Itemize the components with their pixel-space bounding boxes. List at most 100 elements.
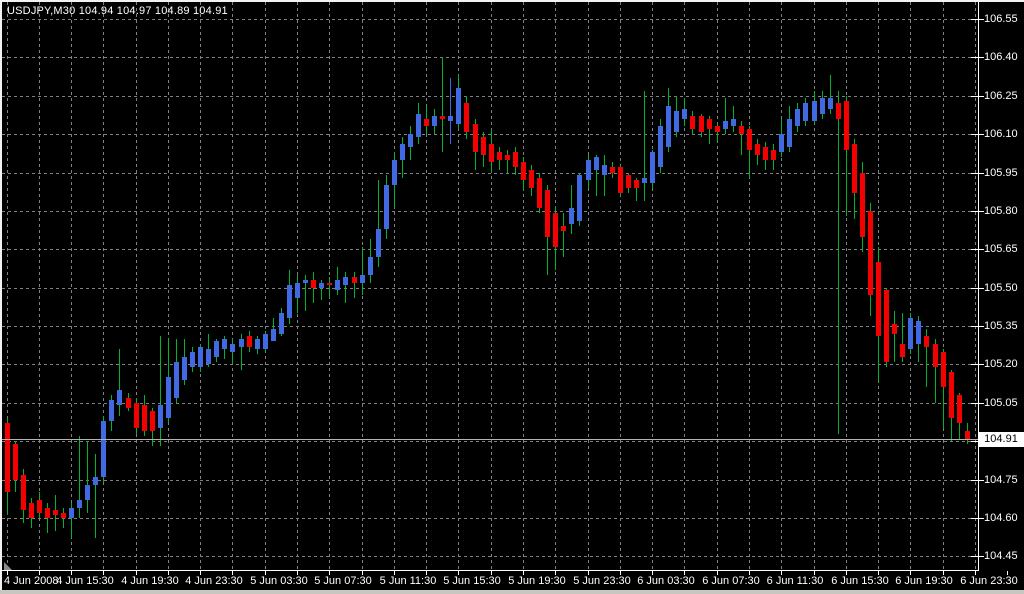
candle-wick xyxy=(563,213,564,257)
price-tick-label: 106.40 xyxy=(984,51,1018,63)
candle-down xyxy=(497,152,502,160)
h-gridline xyxy=(2,403,978,404)
time-tick-label: 4 Jun 2008 xyxy=(4,575,59,587)
candle-down xyxy=(29,503,34,518)
candle-down xyxy=(884,290,889,362)
candle-down xyxy=(440,116,445,119)
price-tick xyxy=(971,211,984,212)
v-gridline xyxy=(910,2,911,570)
window-frame-bottom xyxy=(0,590,1024,594)
candle-down xyxy=(876,262,881,336)
v-gridline xyxy=(975,2,976,570)
v-gridline xyxy=(652,2,653,570)
time-tick-label: 5 Jun 19:30 xyxy=(508,575,566,587)
candle-up xyxy=(182,357,187,380)
v-gridline xyxy=(588,2,589,570)
candle-down xyxy=(844,101,849,150)
candle-down xyxy=(561,226,566,231)
candle-down xyxy=(892,324,897,334)
candle-down xyxy=(134,403,139,428)
v-gridline xyxy=(749,2,750,570)
candle-up xyxy=(109,400,114,421)
candle-up xyxy=(239,339,244,347)
candle-up xyxy=(206,349,211,364)
price-tick-label: 105.65 xyxy=(984,243,1018,255)
candle-up xyxy=(586,160,591,180)
candle-down xyxy=(247,336,252,347)
v-gridline xyxy=(426,2,427,570)
candle-down xyxy=(634,180,639,188)
price-tick xyxy=(971,556,984,557)
v-gridline xyxy=(943,2,944,570)
h-gridline xyxy=(2,441,978,442)
v-gridline xyxy=(846,2,847,570)
time-tick-label: 6 Jun 19:30 xyxy=(895,575,953,587)
candle-wick xyxy=(354,272,355,298)
candle-down xyxy=(424,119,429,126)
candle-down xyxy=(537,178,542,208)
time-scale-axis[interactable]: 4 Jun 2008 4 Jun 15:30 4 Jun 19:30 4 Jun 23… xyxy=(2,571,1024,590)
candle-up xyxy=(658,126,663,167)
price-tick-label: 104.45 xyxy=(984,550,1018,562)
candle-up xyxy=(271,329,276,341)
time-tick-label: 5 Jun 11:30 xyxy=(379,575,437,587)
time-tick-label: 6 Jun 07:30 xyxy=(702,575,760,587)
candle-up xyxy=(448,116,453,121)
candle-down xyxy=(126,398,131,408)
candle-down xyxy=(45,508,50,518)
v-gridline xyxy=(136,2,137,570)
price-tick xyxy=(971,173,984,174)
candle-down xyxy=(924,336,929,347)
candle-wick xyxy=(894,311,895,362)
price-tick xyxy=(971,19,984,20)
candle-down xyxy=(610,167,615,173)
candle-down xyxy=(142,405,147,431)
price-tick xyxy=(971,96,984,97)
candle-down xyxy=(521,162,526,180)
candle-up xyxy=(279,313,284,334)
candle-down xyxy=(949,372,954,418)
v-gridline xyxy=(232,2,233,570)
price-tick-label: 106.10 xyxy=(984,128,1018,140)
candle-up xyxy=(69,508,74,518)
candle-up xyxy=(101,421,106,477)
chart-window: USDJPY,M30 104.94 104.97 104.89 104.91 1… xyxy=(0,0,1024,594)
candle-down xyxy=(860,173,865,237)
h-gridline xyxy=(2,556,978,557)
chart-plot-area[interactable] xyxy=(2,2,979,571)
candle-up xyxy=(569,208,574,224)
candle-up xyxy=(166,377,171,418)
price-scale-axis[interactable]: 104.91 106.55 106.40 106.25 106.10 105.95 105… xyxy=(971,2,1024,570)
h-gridline xyxy=(2,134,978,135)
v-gridline xyxy=(717,2,718,570)
time-tick-label: 4 Jun 23:30 xyxy=(185,575,243,587)
price-tick-label: 105.05 xyxy=(984,397,1018,409)
candle-wick xyxy=(119,349,120,416)
price-tick-label: 105.95 xyxy=(984,167,1018,179)
chart-title-ohlc: USDJPY,M30 104.94 104.97 104.89 104.91 xyxy=(7,5,228,17)
price-tick xyxy=(971,326,984,327)
candle-down xyxy=(933,344,938,367)
candle-down xyxy=(739,126,744,134)
candle-down xyxy=(327,283,332,285)
candle-down xyxy=(489,144,494,162)
v-gridline xyxy=(265,2,266,570)
time-tick-label: 5 Jun 23:30 xyxy=(573,575,631,587)
candle-up xyxy=(384,185,389,229)
candle-wick xyxy=(838,91,839,434)
time-tick-label: 4 Jun 19:30 xyxy=(121,575,179,587)
price-tick xyxy=(971,249,984,250)
candle-up xyxy=(416,114,421,137)
candle-down xyxy=(690,116,695,129)
candle-down xyxy=(37,500,42,513)
candle-down xyxy=(352,277,357,283)
h-gridline xyxy=(2,249,978,250)
candle-down xyxy=(21,475,26,510)
v-gridline xyxy=(200,2,201,570)
candle-up xyxy=(602,165,607,175)
price-tick-label: 106.25 xyxy=(984,90,1018,102)
candle-up xyxy=(650,152,655,183)
candle-down xyxy=(868,211,873,295)
v-gridline xyxy=(491,2,492,570)
v-gridline xyxy=(394,2,395,570)
